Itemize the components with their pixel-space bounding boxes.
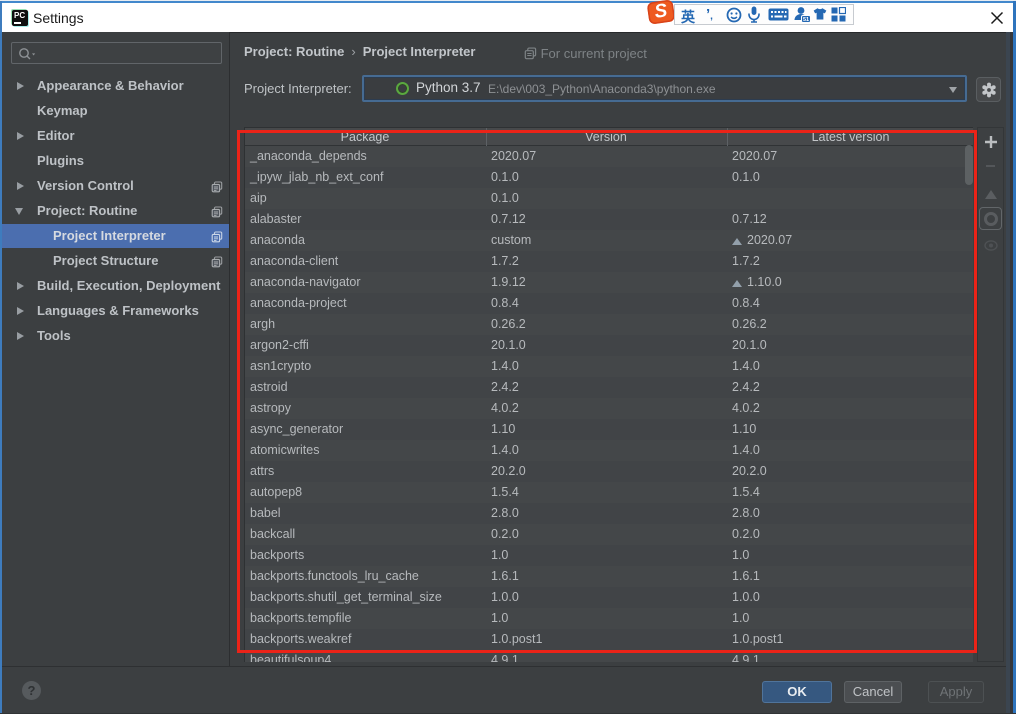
svg-text:51: 51 — [803, 17, 809, 23]
